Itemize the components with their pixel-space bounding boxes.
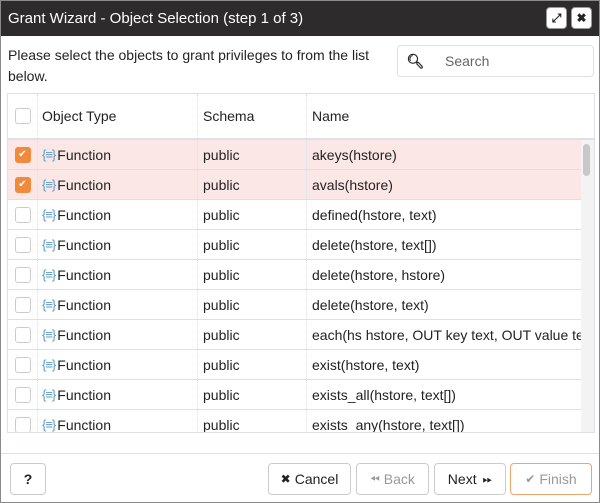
row-checkbox[interactable] bbox=[14, 206, 31, 223]
object-name: avals(hstore) bbox=[312, 176, 393, 193]
object-type: Function bbox=[57, 416, 111, 433]
row-checkbox[interactable] bbox=[14, 386, 31, 403]
table-row[interactable]: {≡} Function public delete(hstore, text[]) bbox=[8, 230, 581, 260]
back-label: Back bbox=[383, 471, 415, 487]
schema: public bbox=[203, 386, 240, 403]
object-name: delete(hstore, hstore) bbox=[312, 266, 446, 283]
table-row[interactable]: {≡} Function public exist(hstore, text) bbox=[8, 350, 581, 380]
row-checkbox[interactable] bbox=[14, 356, 31, 373]
dialog-footer: ? ✖ Cancel ⏪︎ Back Next ⏩︎ ✔ Finish bbox=[1, 453, 599, 503]
vertical-scrollbar[interactable] bbox=[581, 140, 594, 432]
scrollbar-thumb[interactable] bbox=[583, 144, 590, 176]
forward-icon: ⏩︎ bbox=[482, 471, 493, 486]
grant-wizard-dialog: Grant Wizard - Object Selection (step 1 … bbox=[0, 0, 600, 503]
object-type: Function bbox=[57, 326, 111, 343]
title-bar[interactable]: Grant Wizard - Object Selection (step 1 … bbox=[1, 1, 599, 36]
object-type: Function bbox=[57, 176, 111, 193]
row-checkbox[interactable]: ✔ bbox=[14, 176, 31, 193]
close-icon: ✖ bbox=[280, 472, 291, 486]
object-name: akeys(hstore) bbox=[312, 146, 397, 163]
object-name: each(hs hstore, OUT key text, OUT value … bbox=[312, 326, 581, 343]
object-name: exist(hstore, text) bbox=[312, 356, 420, 373]
table-row[interactable]: {≡} Function public delete(hstore, text) bbox=[8, 290, 581, 320]
function-icon: {≡} bbox=[42, 177, 56, 192]
object-type: Function bbox=[57, 146, 111, 163]
search-icon: 🔍︎ bbox=[406, 52, 425, 69]
object-type: Function bbox=[57, 296, 111, 313]
select-all-checkbox[interactable] bbox=[14, 108, 31, 124]
grid-header: Object Type Schema Name bbox=[8, 94, 594, 140]
function-icon: {≡} bbox=[42, 267, 56, 282]
object-name: defined(hstore, text) bbox=[312, 206, 437, 223]
function-icon: {≡} bbox=[42, 207, 56, 222]
search-input[interactable] bbox=[443, 52, 593, 70]
object-type: Function bbox=[57, 356, 111, 373]
object-name: delete(hstore, text[]) bbox=[312, 236, 437, 253]
table-row[interactable]: ✔ {≡} Function public avals(hstore) bbox=[8, 170, 581, 200]
row-checkbox[interactable] bbox=[14, 266, 31, 283]
function-icon: {≡} bbox=[42, 147, 56, 162]
schema: public bbox=[203, 326, 240, 343]
column-header-name[interactable]: Name bbox=[307, 94, 581, 138]
schema: public bbox=[203, 356, 240, 373]
next-label: Next bbox=[447, 471, 477, 487]
finish-button[interactable]: ✔ Finish bbox=[510, 463, 592, 495]
table-row[interactable]: {≡} Function public each(hs hstore, OUT key… bbox=[8, 320, 581, 350]
object-type: Function bbox=[57, 266, 111, 283]
function-icon: {≡} bbox=[42, 357, 56, 372]
object-name: exists_all(hstore, text[]) bbox=[312, 386, 456, 403]
table-row[interactable]: ✔ {≡} Function public akeys(hstore) bbox=[8, 140, 581, 170]
column-header-object-type[interactable]: Object Type bbox=[38, 94, 198, 138]
cancel-button[interactable]: ✖ Cancel bbox=[268, 463, 351, 495]
maximize-button[interactable]: ⤢ bbox=[546, 7, 567, 29]
row-checkbox[interactable] bbox=[14, 326, 31, 343]
intro-text: Please select the objects to grant privi… bbox=[8, 47, 370, 84]
function-icon: {≡} bbox=[42, 387, 56, 402]
row-checkbox[interactable] bbox=[14, 236, 31, 253]
object-type: Function bbox=[57, 206, 111, 223]
row-checkbox[interactable] bbox=[14, 296, 31, 313]
table-row[interactable]: {≡} Function public exists_all(hstore, text… bbox=[8, 380, 581, 410]
object-grid: Object Type Schema Name ✔ {≡} Function publ… bbox=[7, 93, 595, 433]
table-row[interactable]: {≡} Function public delete(hstore, hstore) bbox=[8, 260, 581, 290]
schema: public bbox=[203, 146, 240, 163]
close-icon: ✖ bbox=[576, 11, 587, 25]
expand-icon: ⤢ bbox=[551, 10, 562, 25]
check-icon: ✔ bbox=[525, 472, 536, 486]
schema: public bbox=[203, 416, 240, 433]
schema: public bbox=[203, 206, 240, 223]
help-button[interactable]: ? bbox=[10, 463, 46, 495]
function-icon: {≡} bbox=[42, 327, 56, 342]
function-icon: {≡} bbox=[42, 237, 56, 252]
object-name: exists_any(hstore, text[]) bbox=[312, 416, 465, 433]
help-label: ? bbox=[23, 471, 33, 487]
function-icon: {≡} bbox=[42, 417, 56, 432]
back-button[interactable]: ⏪︎ Back bbox=[356, 463, 429, 495]
table-row[interactable]: {≡} Function public defined(hstore, text) bbox=[8, 200, 581, 230]
backward-icon: ⏪︎ bbox=[370, 471, 380, 486]
cancel-label: Cancel bbox=[294, 471, 339, 487]
schema: public bbox=[203, 176, 240, 193]
dialog-title: Grant Wizard - Object Selection (step 1 … bbox=[8, 10, 304, 27]
row-checkbox[interactable] bbox=[14, 416, 31, 432]
close-button[interactable]: ✖ bbox=[571, 7, 592, 29]
table-row[interactable]: {≡} Function public exists_any(hstore, text… bbox=[8, 410, 581, 433]
search-box[interactable]: 🔍︎ bbox=[397, 45, 594, 77]
schema: public bbox=[203, 266, 240, 283]
column-header-schema[interactable]: Schema bbox=[198, 94, 307, 138]
next-button[interactable]: Next ⏩︎ bbox=[434, 463, 506, 495]
schema: public bbox=[203, 296, 240, 313]
object-name: delete(hstore, text) bbox=[312, 296, 429, 313]
function-icon: {≡} bbox=[42, 297, 56, 312]
finish-label: Finish bbox=[539, 471, 577, 487]
object-type: Function bbox=[57, 236, 111, 253]
schema: public bbox=[203, 236, 240, 253]
row-checkbox[interactable]: ✔ bbox=[14, 146, 31, 163]
object-type: Function bbox=[57, 386, 111, 403]
